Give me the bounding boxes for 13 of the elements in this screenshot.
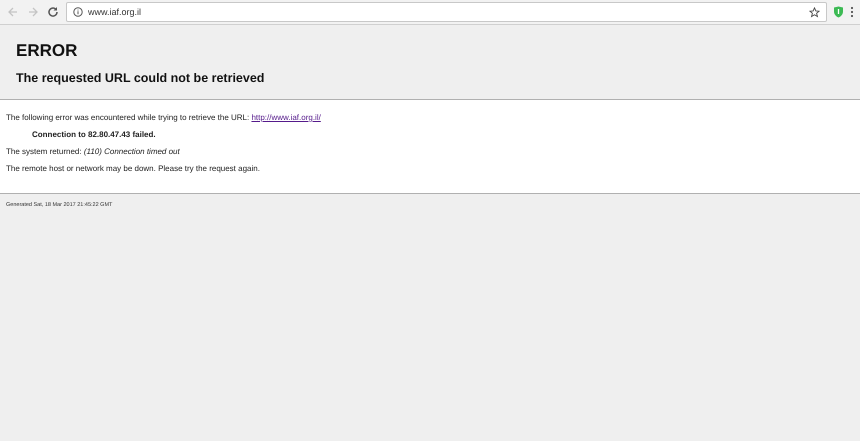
info-icon — [73, 7, 83, 17]
url-text: www.iaf.org.il — [88, 7, 142, 17]
error-title: ERROR — [16, 41, 78, 61]
star-icon[interactable] — [809, 6, 820, 18]
error-description: The following error was encountered while trying to retrieve the URL: http://www.iaf.org.il/ — [6, 113, 322, 122]
system-message: The system returned: (110) Connection timed out — [6, 147, 181, 156]
advice-text: The remote host or network may be down. Please try the request again. — [6, 164, 261, 173]
reload-button[interactable] — [46, 5, 60, 19]
failure-message: Connection to 82.80.47.43 failed. — [31, 130, 157, 139]
address-bar[interactable]: www.iaf.org.il — [66, 2, 827, 22]
url-link[interactable]: http://www.iaf.org.il/ — [251, 113, 321, 122]
error-subtitle: The requested URL could not be retrieved — [16, 71, 266, 85]
menu-icon[interactable] — [850, 6, 854, 18]
